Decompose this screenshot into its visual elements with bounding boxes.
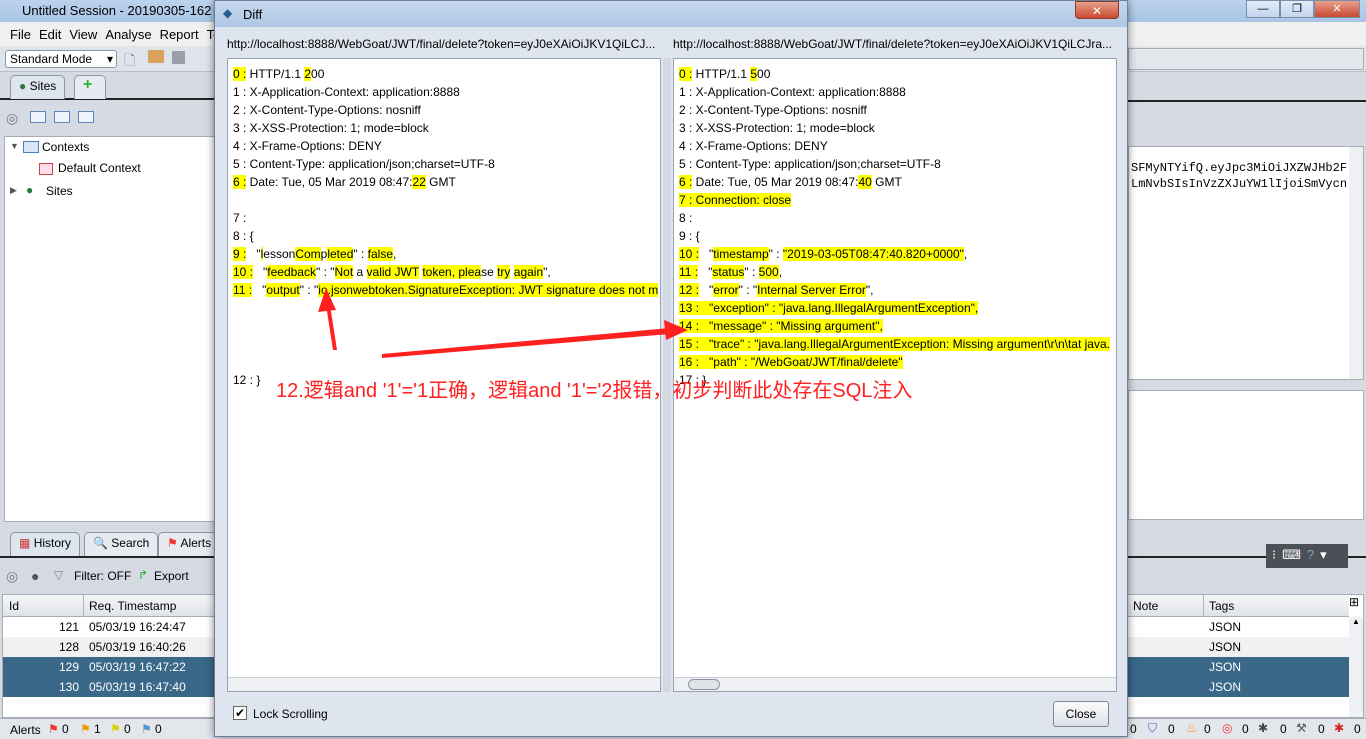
arrow-right bbox=[382, 320, 688, 358]
annotation-arrows bbox=[318, 288, 688, 358]
annotation-text: 12.逻辑and '1'='1正确，逻辑and '1'='2报错，初步判断此处存… bbox=[276, 380, 913, 402]
arrow-up bbox=[318, 288, 337, 350]
